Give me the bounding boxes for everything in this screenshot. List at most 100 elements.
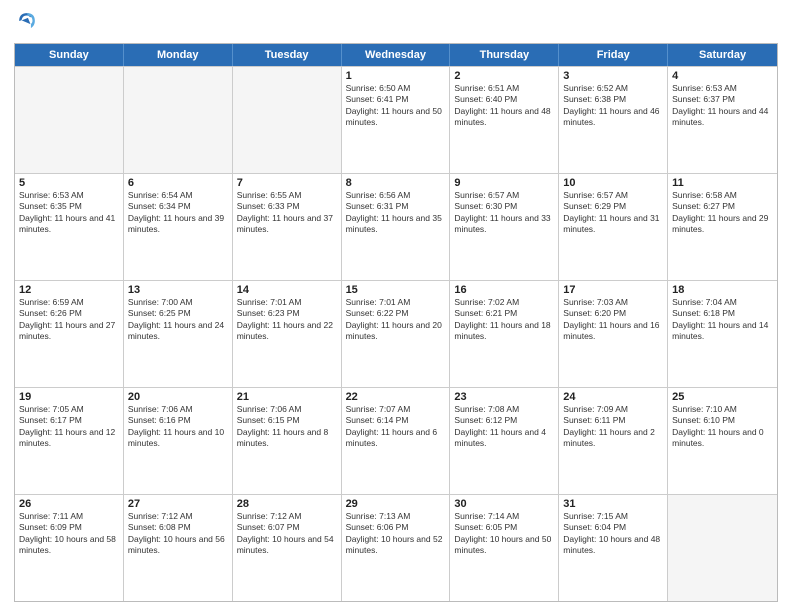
day-number: 20 xyxy=(128,391,228,403)
day-info: Sunrise: 7:02 AMSunset: 6:21 PMDaylight:… xyxy=(454,297,554,343)
day-number: 29 xyxy=(346,498,446,510)
day-cell: 21Sunrise: 7:06 AMSunset: 6:15 PMDayligh… xyxy=(233,388,342,494)
calendar-row: 19Sunrise: 7:05 AMSunset: 6:17 PMDayligh… xyxy=(15,387,777,494)
weekday-header: Wednesday xyxy=(342,44,451,66)
day-cell: 6Sunrise: 6:54 AMSunset: 6:34 PMDaylight… xyxy=(124,174,233,280)
day-cell: 20Sunrise: 7:06 AMSunset: 6:16 PMDayligh… xyxy=(124,388,233,494)
day-cell: 24Sunrise: 7:09 AMSunset: 6:11 PMDayligh… xyxy=(559,388,668,494)
day-cell: 19Sunrise: 7:05 AMSunset: 6:17 PMDayligh… xyxy=(15,388,124,494)
day-number: 15 xyxy=(346,284,446,296)
day-info: Sunrise: 6:53 AMSunset: 6:35 PMDaylight:… xyxy=(19,190,119,236)
day-info: Sunrise: 7:01 AMSunset: 6:22 PMDaylight:… xyxy=(346,297,446,343)
weekday-header: Thursday xyxy=(450,44,559,66)
day-info: Sunrise: 6:51 AMSunset: 6:40 PMDaylight:… xyxy=(454,83,554,129)
day-info: Sunrise: 7:14 AMSunset: 6:05 PMDaylight:… xyxy=(454,511,554,557)
day-number: 1 xyxy=(346,70,446,82)
day-number: 5 xyxy=(19,177,119,189)
logo xyxy=(14,10,38,37)
calendar-row: 5Sunrise: 6:53 AMSunset: 6:35 PMDaylight… xyxy=(15,173,777,280)
logo-icon xyxy=(16,10,38,32)
day-info: Sunrise: 6:55 AMSunset: 6:33 PMDaylight:… xyxy=(237,190,337,236)
day-cell: 15Sunrise: 7:01 AMSunset: 6:22 PMDayligh… xyxy=(342,281,451,387)
weekday-header: Tuesday xyxy=(233,44,342,66)
day-number: 27 xyxy=(128,498,228,510)
day-cell: 11Sunrise: 6:58 AMSunset: 6:27 PMDayligh… xyxy=(668,174,777,280)
day-number: 21 xyxy=(237,391,337,403)
day-info: Sunrise: 7:09 AMSunset: 6:11 PMDaylight:… xyxy=(563,404,663,450)
day-info: Sunrise: 6:52 AMSunset: 6:38 PMDaylight:… xyxy=(563,83,663,129)
day-info: Sunrise: 7:15 AMSunset: 6:04 PMDaylight:… xyxy=(563,511,663,557)
day-cell: 12Sunrise: 6:59 AMSunset: 6:26 PMDayligh… xyxy=(15,281,124,387)
empty-cell xyxy=(233,67,342,173)
day-cell: 28Sunrise: 7:12 AMSunset: 6:07 PMDayligh… xyxy=(233,495,342,601)
day-cell: 1Sunrise: 6:50 AMSunset: 6:41 PMDaylight… xyxy=(342,67,451,173)
day-number: 28 xyxy=(237,498,337,510)
day-number: 9 xyxy=(454,177,554,189)
calendar-header: SundayMondayTuesdayWednesdayThursdayFrid… xyxy=(15,44,777,66)
day-info: Sunrise: 6:57 AMSunset: 6:30 PMDaylight:… xyxy=(454,190,554,236)
day-number: 11 xyxy=(672,177,773,189)
day-cell: 4Sunrise: 6:53 AMSunset: 6:37 PMDaylight… xyxy=(668,67,777,173)
empty-cell xyxy=(668,495,777,601)
day-info: Sunrise: 7:07 AMSunset: 6:14 PMDaylight:… xyxy=(346,404,446,450)
day-number: 22 xyxy=(346,391,446,403)
day-cell: 23Sunrise: 7:08 AMSunset: 6:12 PMDayligh… xyxy=(450,388,559,494)
weekday-header: Sunday xyxy=(15,44,124,66)
day-info: Sunrise: 7:12 AMSunset: 6:07 PMDaylight:… xyxy=(237,511,337,557)
day-info: Sunrise: 6:54 AMSunset: 6:34 PMDaylight:… xyxy=(128,190,228,236)
day-number: 16 xyxy=(454,284,554,296)
day-info: Sunrise: 6:57 AMSunset: 6:29 PMDaylight:… xyxy=(563,190,663,236)
day-number: 12 xyxy=(19,284,119,296)
day-number: 23 xyxy=(454,391,554,403)
day-number: 2 xyxy=(454,70,554,82)
day-cell: 27Sunrise: 7:12 AMSunset: 6:08 PMDayligh… xyxy=(124,495,233,601)
day-number: 18 xyxy=(672,284,773,296)
day-cell: 13Sunrise: 7:00 AMSunset: 6:25 PMDayligh… xyxy=(124,281,233,387)
day-info: Sunrise: 7:00 AMSunset: 6:25 PMDaylight:… xyxy=(128,297,228,343)
day-info: Sunrise: 7:04 AMSunset: 6:18 PMDaylight:… xyxy=(672,297,773,343)
day-cell: 16Sunrise: 7:02 AMSunset: 6:21 PMDayligh… xyxy=(450,281,559,387)
calendar-body: 1Sunrise: 6:50 AMSunset: 6:41 PMDaylight… xyxy=(15,66,777,601)
page: SundayMondayTuesdayWednesdayThursdayFrid… xyxy=(0,0,792,612)
day-info: Sunrise: 7:11 AMSunset: 6:09 PMDaylight:… xyxy=(19,511,119,557)
empty-cell xyxy=(124,67,233,173)
day-info: Sunrise: 7:08 AMSunset: 6:12 PMDaylight:… xyxy=(454,404,554,450)
day-info: Sunrise: 7:10 AMSunset: 6:10 PMDaylight:… xyxy=(672,404,773,450)
day-cell: 17Sunrise: 7:03 AMSunset: 6:20 PMDayligh… xyxy=(559,281,668,387)
day-info: Sunrise: 7:05 AMSunset: 6:17 PMDaylight:… xyxy=(19,404,119,450)
day-cell: 14Sunrise: 7:01 AMSunset: 6:23 PMDayligh… xyxy=(233,281,342,387)
day-info: Sunrise: 7:03 AMSunset: 6:20 PMDaylight:… xyxy=(563,297,663,343)
day-cell: 25Sunrise: 7:10 AMSunset: 6:10 PMDayligh… xyxy=(668,388,777,494)
day-info: Sunrise: 6:59 AMSunset: 6:26 PMDaylight:… xyxy=(19,297,119,343)
day-cell: 3Sunrise: 6:52 AMSunset: 6:38 PMDaylight… xyxy=(559,67,668,173)
day-number: 3 xyxy=(563,70,663,82)
day-cell: 9Sunrise: 6:57 AMSunset: 6:30 PMDaylight… xyxy=(450,174,559,280)
day-cell: 10Sunrise: 6:57 AMSunset: 6:29 PMDayligh… xyxy=(559,174,668,280)
day-number: 8 xyxy=(346,177,446,189)
day-number: 19 xyxy=(19,391,119,403)
empty-cell xyxy=(15,67,124,173)
day-cell: 26Sunrise: 7:11 AMSunset: 6:09 PMDayligh… xyxy=(15,495,124,601)
day-number: 25 xyxy=(672,391,773,403)
day-number: 13 xyxy=(128,284,228,296)
day-info: Sunrise: 6:56 AMSunset: 6:31 PMDaylight:… xyxy=(346,190,446,236)
weekday-header: Monday xyxy=(124,44,233,66)
day-cell: 30Sunrise: 7:14 AMSunset: 6:05 PMDayligh… xyxy=(450,495,559,601)
day-info: Sunrise: 7:06 AMSunset: 6:15 PMDaylight:… xyxy=(237,404,337,450)
calendar-row: 12Sunrise: 6:59 AMSunset: 6:26 PMDayligh… xyxy=(15,280,777,387)
weekday-header: Friday xyxy=(559,44,668,66)
day-number: 6 xyxy=(128,177,228,189)
day-cell: 8Sunrise: 6:56 AMSunset: 6:31 PMDaylight… xyxy=(342,174,451,280)
day-number: 7 xyxy=(237,177,337,189)
day-cell: 2Sunrise: 6:51 AMSunset: 6:40 PMDaylight… xyxy=(450,67,559,173)
day-cell: 7Sunrise: 6:55 AMSunset: 6:33 PMDaylight… xyxy=(233,174,342,280)
day-info: Sunrise: 7:12 AMSunset: 6:08 PMDaylight:… xyxy=(128,511,228,557)
day-cell: 22Sunrise: 7:07 AMSunset: 6:14 PMDayligh… xyxy=(342,388,451,494)
day-cell: 31Sunrise: 7:15 AMSunset: 6:04 PMDayligh… xyxy=(559,495,668,601)
day-info: Sunrise: 7:13 AMSunset: 6:06 PMDaylight:… xyxy=(346,511,446,557)
day-info: Sunrise: 6:53 AMSunset: 6:37 PMDaylight:… xyxy=(672,83,773,129)
day-info: Sunrise: 7:06 AMSunset: 6:16 PMDaylight:… xyxy=(128,404,228,450)
day-info: Sunrise: 6:58 AMSunset: 6:27 PMDaylight:… xyxy=(672,190,773,236)
calendar: SundayMondayTuesdayWednesdayThursdayFrid… xyxy=(14,43,778,602)
header xyxy=(14,10,778,37)
